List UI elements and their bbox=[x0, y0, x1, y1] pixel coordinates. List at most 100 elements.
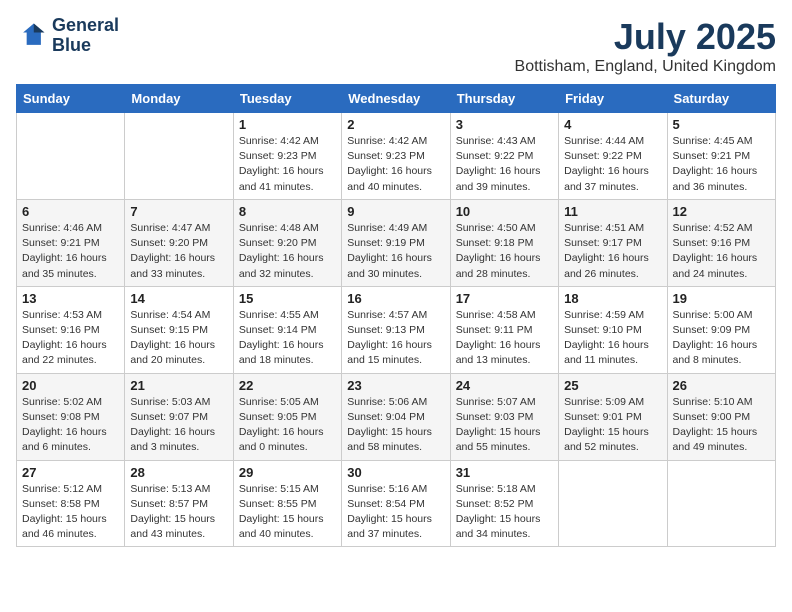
weekday-header-tuesday: Tuesday bbox=[233, 85, 341, 113]
day-cell: 24Sunrise: 5:07 AM Sunset: 9:03 PM Dayli… bbox=[450, 373, 558, 460]
weekday-header-saturday: Saturday bbox=[667, 85, 775, 113]
day-info: Sunrise: 5:09 AM Sunset: 9:01 PM Dayligh… bbox=[564, 395, 661, 456]
day-cell: 29 Sunrise: 5:15 AM Sunset: 8:55 PM Dayli… bbox=[233, 460, 341, 547]
day-cell: 26 Sunrise: 5:10 AM Sunset: 9:00 PM Dayli… bbox=[667, 373, 775, 460]
day-cell: 23Sunrise: 5:06 AM Sunset: 9:04 PM Dayli… bbox=[342, 373, 450, 460]
week-row-5: 27 Sunrise: 5:12 AM Sunset: 8:58 PM Dayli… bbox=[17, 460, 776, 547]
day-number: 25 bbox=[564, 378, 661, 393]
title-block: July 2025 Bottisham, England, United Kin… bbox=[515, 16, 776, 76]
day-info: Sunrise: 5:18 AM Sunset: 8:52 PM Dayligh… bbox=[456, 482, 553, 543]
day-info: Sunrise: 5:10 AM Sunset: 9:00 PM Dayligh… bbox=[673, 395, 770, 456]
day-number: 13 bbox=[22, 291, 119, 306]
day-cell: 20Sunrise: 5:02 AM Sunset: 9:08 PM Dayli… bbox=[17, 373, 125, 460]
day-number: 29 bbox=[239, 465, 336, 480]
day-number: 17 bbox=[456, 291, 553, 306]
day-number: 7 bbox=[130, 204, 227, 219]
weekday-header-thursday: Thursday bbox=[450, 85, 558, 113]
day-number: 14 bbox=[130, 291, 227, 306]
day-info: Sunrise: 5:07 AM Sunset: 9:03 PM Dayligh… bbox=[456, 395, 553, 456]
day-cell: 5Sunrise: 4:45 AM Sunset: 9:21 PM Daylig… bbox=[667, 113, 775, 200]
day-cell bbox=[559, 460, 667, 547]
day-cell bbox=[17, 113, 125, 200]
day-cell: 8Sunrise: 4:48 AM Sunset: 9:20 PM Daylig… bbox=[233, 199, 341, 286]
day-info: Sunrise: 4:53 AM Sunset: 9:16 PM Dayligh… bbox=[22, 308, 119, 369]
logo-icon bbox=[16, 20, 48, 52]
day-number: 11 bbox=[564, 204, 661, 219]
day-cell: 3 Sunrise: 4:43 AM Sunset: 9:22 PM Daylig… bbox=[450, 113, 558, 200]
day-number: 19 bbox=[673, 291, 770, 306]
day-info: Sunrise: 4:55 AM Sunset: 9:14 PM Dayligh… bbox=[239, 308, 336, 369]
day-cell: 2Sunrise: 4:42 AM Sunset: 9:23 PM Daylig… bbox=[342, 113, 450, 200]
week-row-4: 20Sunrise: 5:02 AM Sunset: 9:08 PM Dayli… bbox=[17, 373, 776, 460]
day-info: Sunrise: 4:54 AM Sunset: 9:15 PM Dayligh… bbox=[130, 308, 227, 369]
week-row-3: 13 Sunrise: 4:53 AM Sunset: 9:16 PM Dayli… bbox=[17, 286, 776, 373]
day-number: 30 bbox=[347, 465, 444, 480]
day-number: 3 bbox=[456, 117, 553, 132]
day-cell: 10 Sunrise: 4:50 AM Sunset: 9:18 PM Dayli… bbox=[450, 199, 558, 286]
day-cell: 18Sunrise: 4:59 AM Sunset: 9:10 PM Dayli… bbox=[559, 286, 667, 373]
day-number: 27 bbox=[22, 465, 119, 480]
day-number: 31 bbox=[456, 465, 553, 480]
weekday-header-wednesday: Wednesday bbox=[342, 85, 450, 113]
day-cell bbox=[125, 113, 233, 200]
day-cell: 14 Sunrise: 4:54 AM Sunset: 9:15 PM Dayli… bbox=[125, 286, 233, 373]
day-info: Sunrise: 4:58 AM Sunset: 9:11 PM Dayligh… bbox=[456, 308, 553, 369]
calendar-location: Bottisham, England, United Kingdom bbox=[515, 58, 776, 76]
day-cell: 21Sunrise: 5:03 AM Sunset: 9:07 PM Dayli… bbox=[125, 373, 233, 460]
day-info: Sunrise: 5:03 AM Sunset: 9:07 PM Dayligh… bbox=[130, 395, 227, 456]
calendar-title: July 2025 bbox=[515, 16, 776, 58]
day-cell: 28Sunrise: 5:13 AM Sunset: 8:57 PM Dayli… bbox=[125, 460, 233, 547]
day-number: 20 bbox=[22, 378, 119, 393]
day-number: 15 bbox=[239, 291, 336, 306]
day-cell bbox=[667, 460, 775, 547]
day-cell: 25 Sunrise: 5:09 AM Sunset: 9:01 PM Dayli… bbox=[559, 373, 667, 460]
day-info: Sunrise: 5:12 AM Sunset: 8:58 PM Dayligh… bbox=[22, 482, 119, 543]
day-info: Sunrise: 5:15 AM Sunset: 8:55 PM Dayligh… bbox=[239, 482, 336, 543]
day-cell: 27 Sunrise: 5:12 AM Sunset: 8:58 PM Dayli… bbox=[17, 460, 125, 547]
day-cell: 19 Sunrise: 5:00 AM Sunset: 9:09 PM Dayli… bbox=[667, 286, 775, 373]
day-info: Sunrise: 4:50 AM Sunset: 9:18 PM Dayligh… bbox=[456, 221, 553, 282]
day-number: 16 bbox=[347, 291, 444, 306]
week-row-1: 1Sunrise: 4:42 AM Sunset: 9:23 PM Daylig… bbox=[17, 113, 776, 200]
day-number: 12 bbox=[673, 204, 770, 219]
day-info: Sunrise: 4:51 AM Sunset: 9:17 PM Dayligh… bbox=[564, 221, 661, 282]
day-number: 10 bbox=[456, 204, 553, 219]
day-cell: 12 Sunrise: 4:52 AM Sunset: 9:16 PM Dayli… bbox=[667, 199, 775, 286]
day-info: Sunrise: 5:13 AM Sunset: 8:57 PM Dayligh… bbox=[130, 482, 227, 543]
day-cell: 17 Sunrise: 4:58 AM Sunset: 9:11 PM Dayli… bbox=[450, 286, 558, 373]
day-info: Sunrise: 5:16 AM Sunset: 8:54 PM Dayligh… bbox=[347, 482, 444, 543]
day-cell: 22Sunrise: 5:05 AM Sunset: 9:05 PM Dayli… bbox=[233, 373, 341, 460]
day-cell: 7 Sunrise: 4:47 AM Sunset: 9:20 PM Daylig… bbox=[125, 199, 233, 286]
day-number: 5 bbox=[673, 117, 770, 132]
weekday-header-monday: Monday bbox=[125, 85, 233, 113]
day-number: 4 bbox=[564, 117, 661, 132]
day-info: Sunrise: 4:47 AM Sunset: 9:20 PM Dayligh… bbox=[130, 221, 227, 282]
week-row-2: 6Sunrise: 4:46 AM Sunset: 9:21 PM Daylig… bbox=[17, 199, 776, 286]
day-info: Sunrise: 4:52 AM Sunset: 9:16 PM Dayligh… bbox=[673, 221, 770, 282]
day-cell: 16 Sunrise: 4:57 AM Sunset: 9:13 PM Dayli… bbox=[342, 286, 450, 373]
logo: General Blue bbox=[16, 16, 119, 56]
day-number: 6 bbox=[22, 204, 119, 219]
day-cell: 13 Sunrise: 4:53 AM Sunset: 9:16 PM Dayli… bbox=[17, 286, 125, 373]
day-cell: 6Sunrise: 4:46 AM Sunset: 9:21 PM Daylig… bbox=[17, 199, 125, 286]
day-cell: 9 Sunrise: 4:49 AM Sunset: 9:19 PM Daylig… bbox=[342, 199, 450, 286]
day-info: Sunrise: 4:44 AM Sunset: 9:22 PM Dayligh… bbox=[564, 134, 661, 195]
day-info: Sunrise: 4:59 AM Sunset: 9:10 PM Dayligh… bbox=[564, 308, 661, 369]
day-number: 26 bbox=[673, 378, 770, 393]
day-cell: 30 Sunrise: 5:16 AM Sunset: 8:54 PM Dayli… bbox=[342, 460, 450, 547]
logo-text: General Blue bbox=[52, 16, 119, 56]
day-number: 1 bbox=[239, 117, 336, 132]
calendar-table: SundayMondayTuesdayWednesdayThursdayFrid… bbox=[16, 84, 776, 547]
weekday-header-sunday: Sunday bbox=[17, 85, 125, 113]
day-info: Sunrise: 4:43 AM Sunset: 9:22 PM Dayligh… bbox=[456, 134, 553, 195]
day-cell: 15 Sunrise: 4:55 AM Sunset: 9:14 PM Dayli… bbox=[233, 286, 341, 373]
weekday-header-row: SundayMondayTuesdayWednesdayThursdayFrid… bbox=[17, 85, 776, 113]
day-cell: 4 Sunrise: 4:44 AM Sunset: 9:22 PM Daylig… bbox=[559, 113, 667, 200]
day-cell: 11 Sunrise: 4:51 AM Sunset: 9:17 PM Dayli… bbox=[559, 199, 667, 286]
page-header: General Blue July 2025 Bottisham, Englan… bbox=[16, 16, 776, 76]
day-info: Sunrise: 4:57 AM Sunset: 9:13 PM Dayligh… bbox=[347, 308, 444, 369]
weekday-header-friday: Friday bbox=[559, 85, 667, 113]
day-info: Sunrise: 4:49 AM Sunset: 9:19 PM Dayligh… bbox=[347, 221, 444, 282]
day-number: 9 bbox=[347, 204, 444, 219]
day-info: Sunrise: 5:00 AM Sunset: 9:09 PM Dayligh… bbox=[673, 308, 770, 369]
